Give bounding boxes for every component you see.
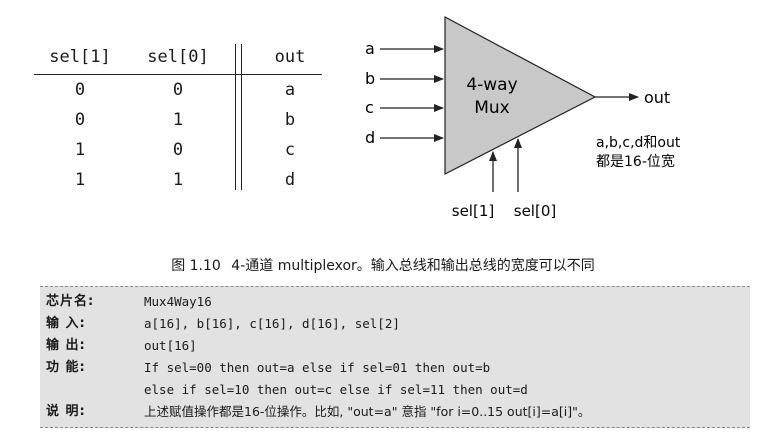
input-label-a: a [365,39,375,58]
cell-sel0: 1 [172,110,184,130]
select-label-sel0: sel[0] [514,202,556,220]
spec-label: 功 能: [46,360,86,375]
spec-value: 上述赋值操作都是16-位操作。比如, "out=a" 意指 "for i=0..… [144,404,591,419]
truth-table: sel[1] sel[0] out 0 0 a 0 1 b 1 0 c 1 1 [34,40,322,195]
select-label-sel1: sel[1] [452,202,494,220]
width-note-line2: 都是16-位宽 [596,153,675,170]
mux-label-line2: Mux [474,98,510,118]
mux-triangle [444,16,597,175]
cell-sel1: 1 [74,140,86,160]
input-label-b: b [365,69,375,88]
cell-sel1: 1 [74,170,86,190]
spec-value: else if sel=10 then out=c else if sel=11… [144,382,528,397]
mux-diagram: a b c d 4-way Mux out sel[1] sel[0] a,b,… [365,16,681,220]
table-row: 0 1 b [34,105,322,135]
cell-sel0: 1 [172,170,184,190]
spec-value: If sel=00 then out=a else if sel=01 then… [144,360,491,375]
output-label: out [644,88,670,107]
cell-out: d [284,170,296,190]
header-out: out [258,40,322,75]
spec-label: 芯片名: [46,294,95,309]
spec-label: 说 明: [46,404,86,419]
cell-sel0: 0 [172,140,184,160]
cell-out: c [284,140,296,160]
spec-label: 输 出: [46,338,86,353]
input-label-d: d [365,128,375,147]
spec-label: 输 入: [46,316,86,331]
chip-spec-box: 芯片名: Mux4Way16 输 入: a[16], b[16], c[16],… [40,286,750,428]
truth-table-header: sel[1] sel[0] out [34,40,322,75]
figure-number: 图 1.10 [171,258,221,274]
table-row: 0 0 a [34,75,322,106]
figure-caption: 图 1.10 4-通道 multiplexor。输入总线和输出总线的宽度可以不同 [0,255,766,275]
mux-label-line1: 4-way [466,75,517,95]
width-note-line1: a,b,c,d和out [596,135,681,151]
cell-sel0: 0 [172,80,184,100]
spec-value: Mux4Way16 [144,294,212,309]
table-row: 1 1 d [34,165,322,195]
cell-sel1: 0 [74,110,86,130]
header-sel0: sel[0] [126,40,230,75]
cell-out: b [284,110,296,130]
cell-out: a [284,80,296,100]
figure-caption-text: 4-通道 multiplexor。输入总线和输出总线的宽度可以不同 [231,258,595,274]
cell-sel1: 0 [74,80,86,100]
input-label-c: c [365,98,374,117]
table-double-divider [235,44,242,190]
spec-value: a[16], b[16], c[16], d[16], sel[2] [144,316,400,331]
header-sel1: sel[1] [34,40,126,75]
spec-value: out[16] [144,338,197,353]
table-row: 1 0 c [34,135,322,165]
